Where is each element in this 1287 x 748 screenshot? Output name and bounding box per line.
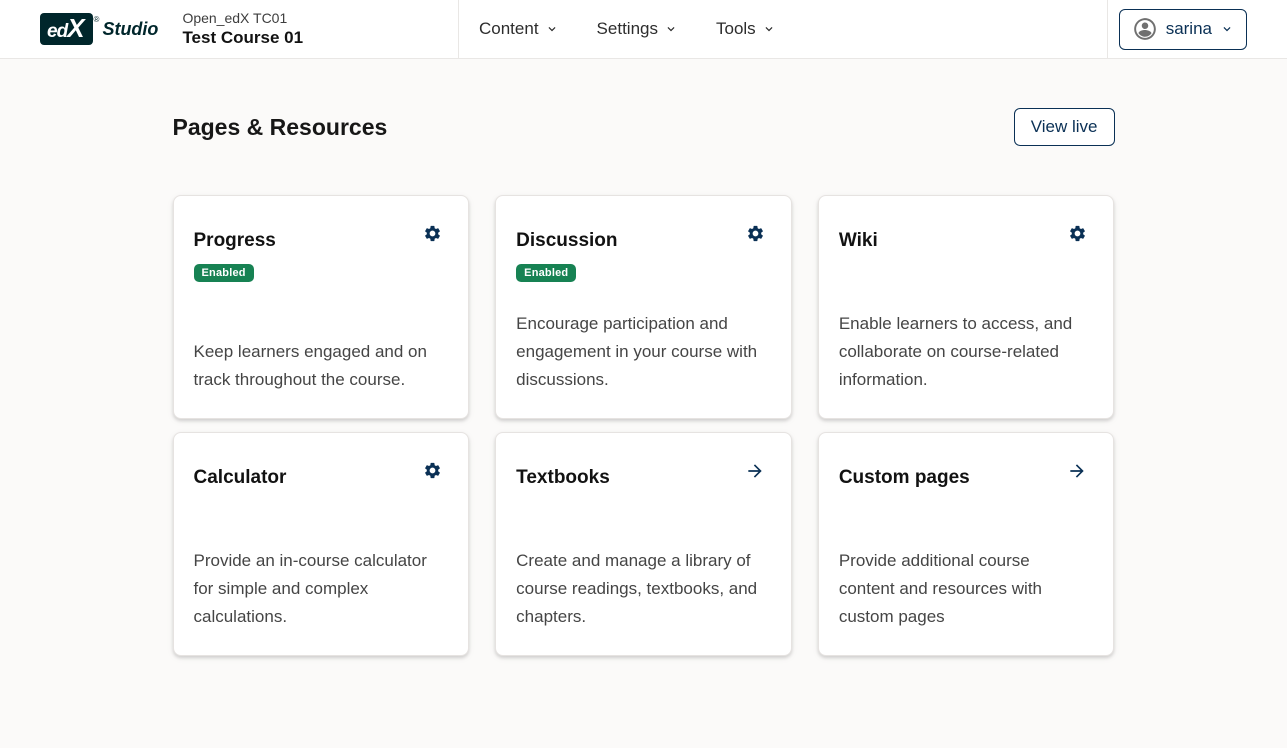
nav-item-settings[interactable]: Settings <box>597 19 678 39</box>
page-title: Pages & Resources <box>173 114 388 141</box>
nav-item-label: Settings <box>597 19 658 39</box>
card-top: Progress <box>194 218 445 252</box>
resource-card-progress: Progress Enabled Keep learners engaged a… <box>173 195 470 419</box>
avatar-icon <box>1132 16 1158 42</box>
course-info: Open_edX TC01 Test Course 01 <box>182 10 303 49</box>
status-badge: Enabled <box>516 264 576 282</box>
card-top: Textbooks <box>516 455 767 489</box>
card-description: Provide an in-course calculator for simp… <box>194 547 445 631</box>
gear-icon <box>746 231 765 246</box>
main-nav: Content Settings Tools <box>459 0 776 58</box>
card-title: Textbooks <box>516 467 610 489</box>
edx-logo-ed: ed <box>47 22 67 41</box>
user-name: sarina <box>1166 19 1212 39</box>
status-badge: Enabled <box>194 264 254 282</box>
card-description: Create and manage a library of course re… <box>516 547 767 631</box>
course-org-number: Open_edX TC01 <box>182 10 303 28</box>
course-title: Test Course 01 <box>182 27 303 48</box>
chevron-down-icon <box>545 22 559 36</box>
resource-card-wiki: Wiki Enable learners to access, and coll… <box>818 195 1115 419</box>
card-action-button[interactable] <box>1065 459 1089 483</box>
resource-card-custom-pages: Custom pages Provide additional course c… <box>818 432 1115 656</box>
edx-logo[interactable]: edX <box>40 13 93 45</box>
nav-item-label: Content <box>479 19 539 39</box>
card-title: Wiki <box>839 230 878 252</box>
header-left: edX ® Studio Open_edX TC01 Test Course 0… <box>0 0 458 58</box>
gear-icon <box>423 231 442 246</box>
logo-area: edX ® Studio <box>40 13 158 45</box>
resource-card-discussion: Discussion Enabled Encourage participati… <box>495 195 792 419</box>
nav-item-label: Tools <box>716 19 756 39</box>
card-title: Calculator <box>194 467 287 489</box>
card-title: Progress <box>194 230 276 252</box>
card-title: Discussion <box>516 230 617 252</box>
nav-item-content[interactable]: Content <box>479 19 559 39</box>
view-live-button[interactable]: View live <box>1014 108 1115 146</box>
studio-logo-text: Studio <box>102 19 158 40</box>
gear-icon <box>1068 231 1087 246</box>
chevron-down-icon <box>762 22 776 36</box>
gear-icon <box>423 468 442 483</box>
chevron-down-icon <box>664 22 678 36</box>
nav-item-tools[interactable]: Tools <box>716 19 776 39</box>
cards-grid: Progress Enabled Keep learners engaged a… <box>173 195 1115 656</box>
card-top: Custom pages <box>839 455 1090 489</box>
card-description: Encourage participation and engagement i… <box>516 310 767 394</box>
card-top: Discussion <box>516 218 767 252</box>
resource-card-calculator: Calculator Provide an in-course calculat… <box>173 432 470 656</box>
app-header: edX ® Studio Open_edX TC01 Test Course 0… <box>0 0 1287 59</box>
card-title: Custom pages <box>839 467 970 489</box>
header-spacer <box>776 0 1107 58</box>
page-header-row: Pages & Resources View live <box>173 108 1115 146</box>
card-action-button[interactable] <box>744 222 767 245</box>
chevron-down-icon <box>1220 22 1234 36</box>
card-action-button[interactable] <box>1066 222 1089 245</box>
pages-resources-page: Pages & Resources View live Progress Ena… <box>173 108 1115 656</box>
arrow-right-icon <box>745 469 765 484</box>
resource-card-textbooks: Textbooks Create and manage a library of… <box>495 432 792 656</box>
edx-logo-x: X <box>67 15 83 41</box>
user-menu-button[interactable]: sarina <box>1119 9 1247 50</box>
card-top: Wiki <box>839 218 1090 252</box>
user-area: sarina <box>1108 0 1287 58</box>
card-description: Keep learners engaged and on track throu… <box>194 338 445 394</box>
registered-mark: ® <box>94 15 100 24</box>
card-action-button[interactable] <box>421 222 444 245</box>
card-description: Enable learners to access, and collabora… <box>839 310 1090 394</box>
arrow-right-icon <box>1067 469 1087 484</box>
card-top: Calculator <box>194 455 445 489</box>
card-action-button[interactable] <box>743 459 767 483</box>
card-description: Provide additional course content and re… <box>839 547 1090 631</box>
card-action-button[interactable] <box>421 459 444 482</box>
